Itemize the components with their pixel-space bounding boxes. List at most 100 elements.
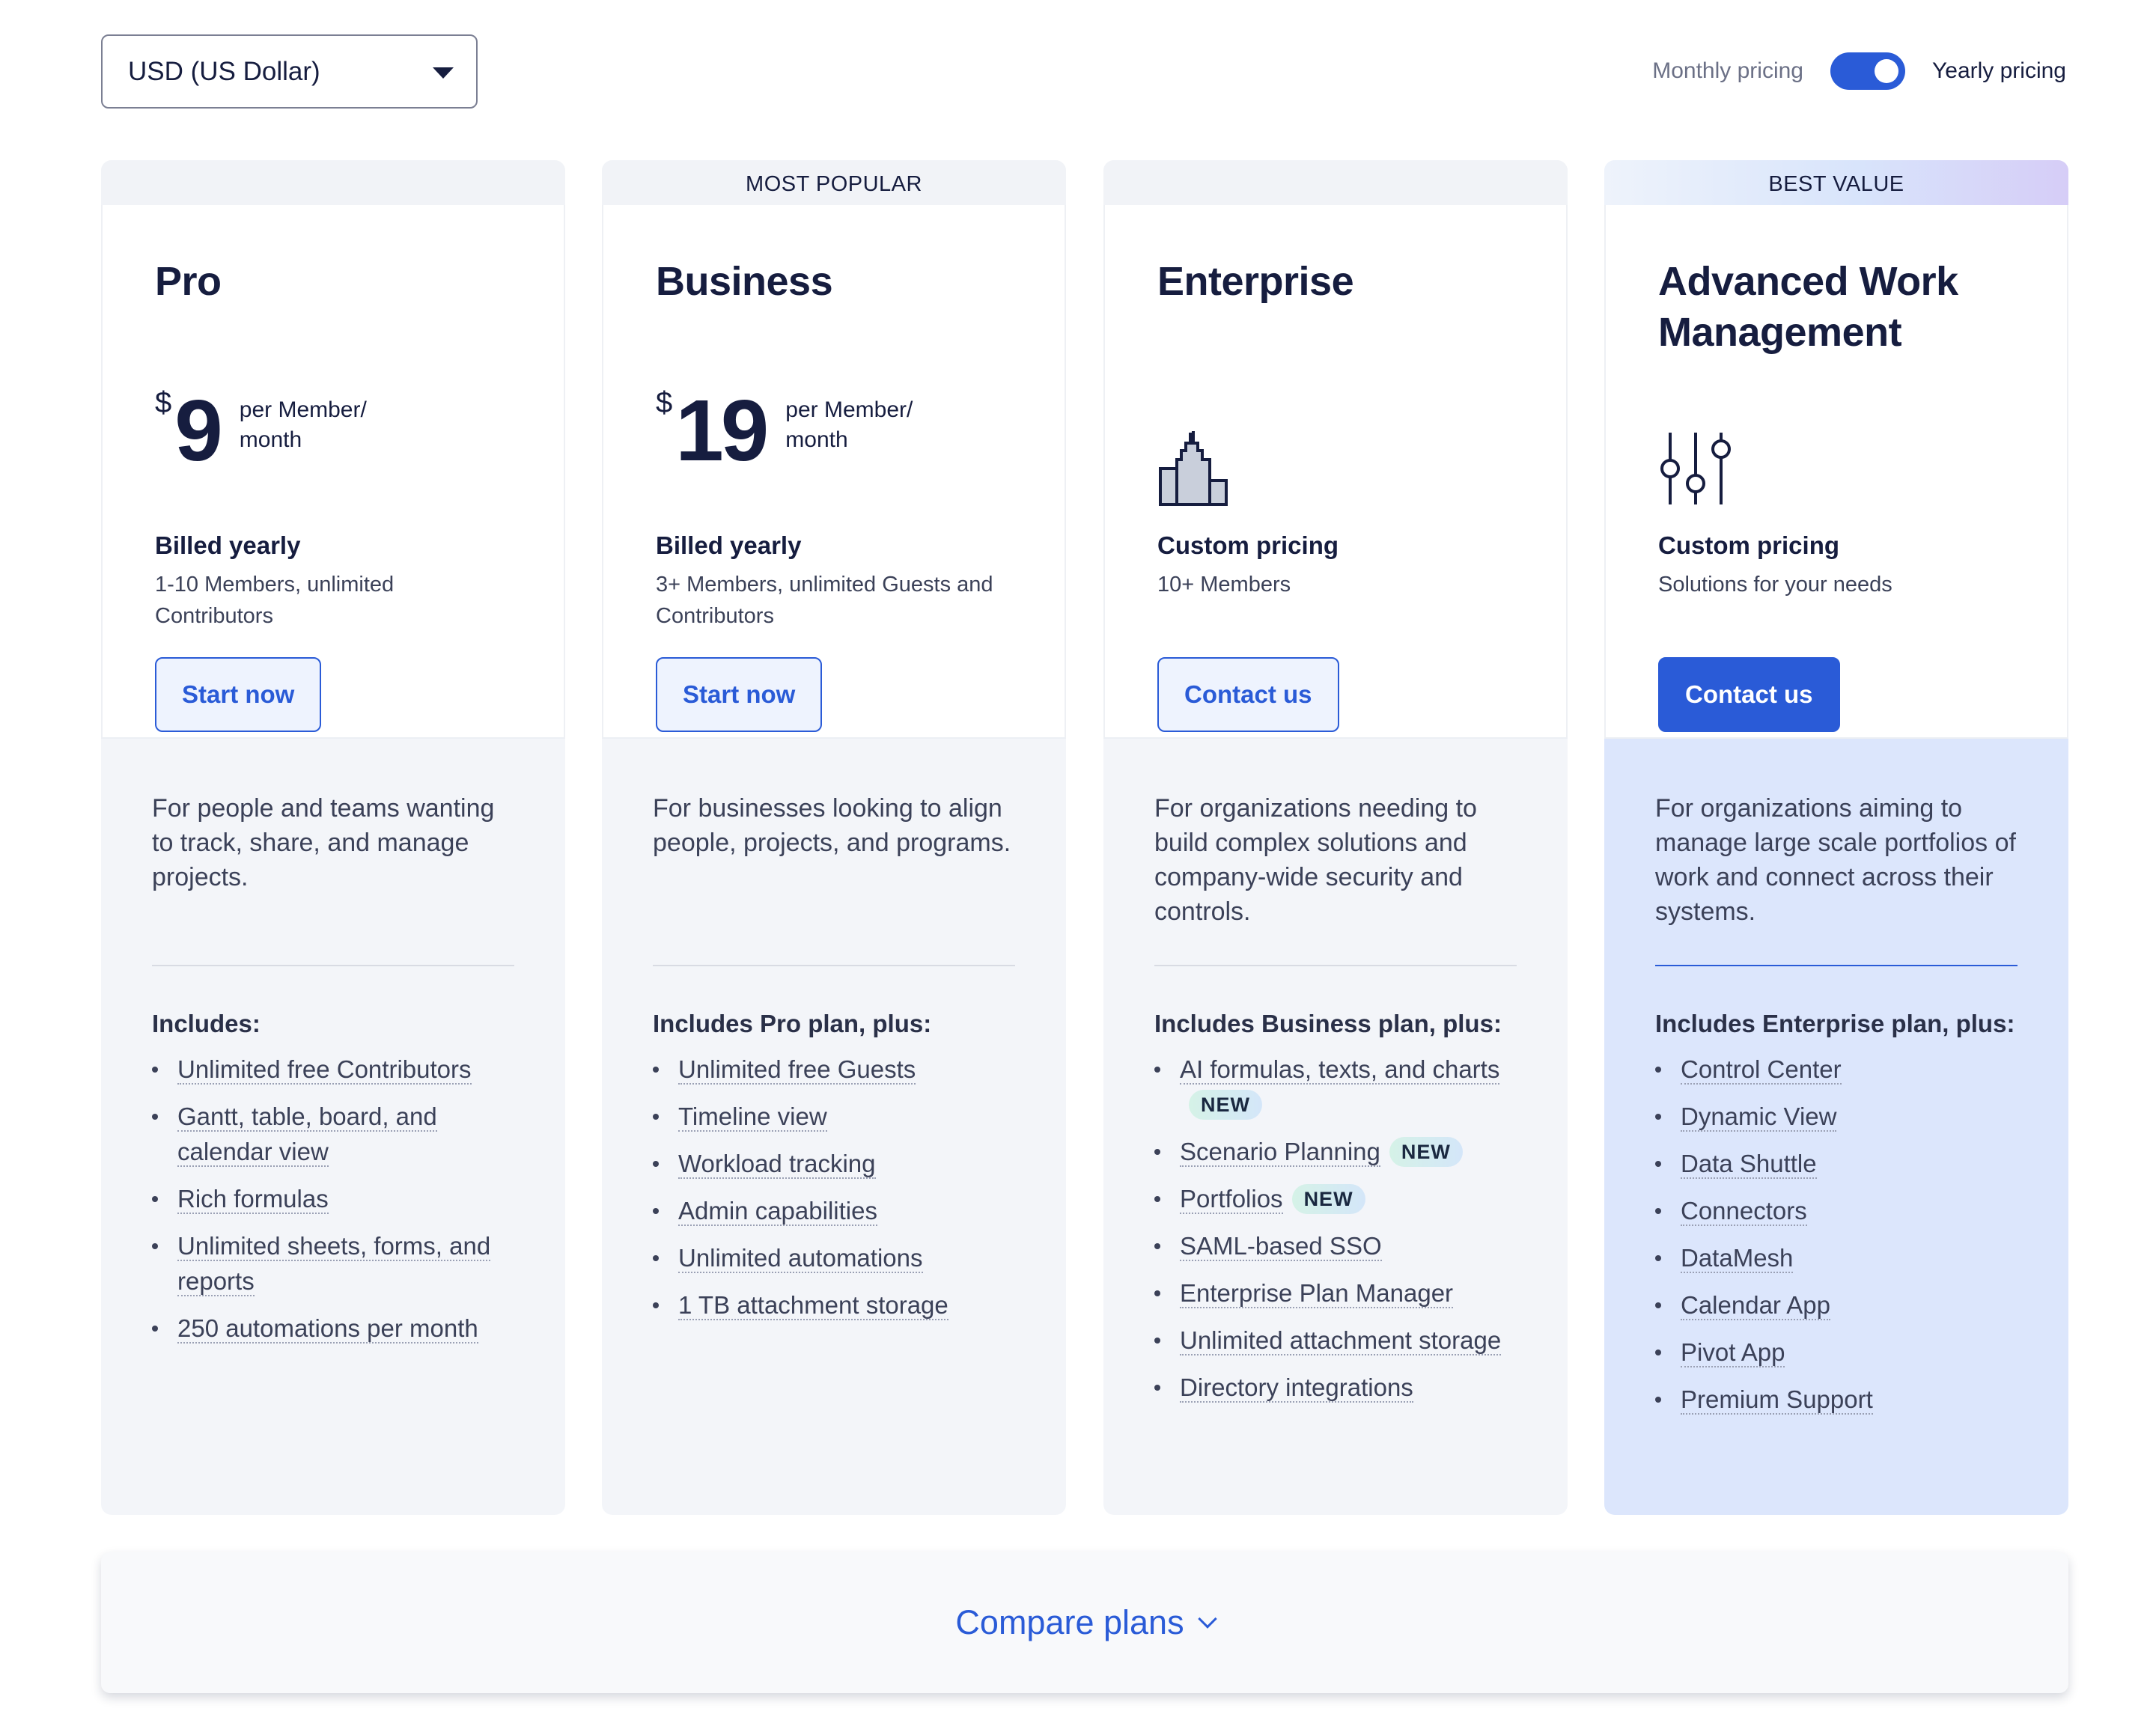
feature-item: Scenario Planning NEW xyxy=(1154,1134,1529,1169)
feature-item: Portfolios NEW xyxy=(1154,1181,1529,1216)
feature-link[interactable]: Unlimited attachment storage xyxy=(1180,1326,1502,1355)
feature-link[interactable]: Rich formulas xyxy=(177,1185,329,1214)
billing-label: Custom pricing xyxy=(1658,531,1840,559)
plan-description: For organizations aiming to manage large… xyxy=(1655,794,2016,926)
chevron-down-icon xyxy=(1197,1609,1217,1629)
feature-list: AI formulas, texts, and charts NEW Scenar… xyxy=(1154,1052,1529,1417)
feature-item: Unlimited automations xyxy=(653,1240,1027,1275)
feature-item: Gantt, table, board, and calendar view xyxy=(152,1099,526,1169)
feature-link[interactable]: Scenario Planning xyxy=(1180,1138,1380,1167)
contact-us-button[interactable]: Contact us xyxy=(1157,657,1339,732)
feature-item: Admin capabilities xyxy=(653,1193,1027,1228)
feature-link[interactable]: Unlimited sheets, forms, and reports xyxy=(177,1232,491,1296)
switch-knob xyxy=(1875,59,1898,83)
sliders-icon xyxy=(1658,430,1733,511)
includes-title: Includes Pro plan, plus: xyxy=(653,1010,932,1037)
price-amount: 9 xyxy=(174,382,222,479)
plan-description: For people and teams wanting to track, s… xyxy=(152,794,495,891)
feature-link[interactable]: Dynamic View xyxy=(1681,1103,1837,1132)
plan-header: Enterprise Custom pricing 10+ Members Co… xyxy=(1103,205,1568,739)
feature-link[interactable]: DataMesh xyxy=(1681,1244,1794,1273)
plan-card-advanced-work-management: BEST VALUE Advanced Work Management Cust… xyxy=(1604,160,2068,1515)
feature-item: Rich formulas xyxy=(152,1181,526,1216)
feature-link[interactable]: Enterprise Plan Manager xyxy=(1180,1279,1454,1308)
feature-link[interactable]: Unlimited free Contributors xyxy=(177,1055,472,1085)
plan-details: For organizations aiming to manage large… xyxy=(1604,739,2068,1515)
plan-price: $ 9 per Member/ month xyxy=(155,382,404,474)
plan-name: Advanced Work Management xyxy=(1658,259,1958,355)
plan-card-pro: Pro $ 9 per Member/ month Billed yearly … xyxy=(101,160,565,1515)
yearly-pricing-label[interactable]: Yearly pricing xyxy=(1932,58,2066,84)
feature-item: Connectors xyxy=(1655,1193,2029,1228)
plan-card-enterprise: Enterprise Custom pricing 10+ Members Co… xyxy=(1103,160,1568,1515)
feature-list: Control Center Dynamic View Data Shuttle… xyxy=(1655,1052,2029,1429)
compare-plans-label: Compare plans xyxy=(955,1603,1184,1641)
feature-link[interactable]: Unlimited free Guests xyxy=(678,1055,916,1085)
feature-link[interactable]: Directory integrations xyxy=(1180,1373,1413,1403)
feature-item: Timeline view xyxy=(653,1099,1027,1134)
feature-item: Enterprise Plan Manager xyxy=(1154,1275,1529,1311)
feature-link[interactable]: AI formulas, texts, and charts xyxy=(1180,1055,1500,1085)
feature-link[interactable]: SAML-based SSO xyxy=(1180,1232,1382,1261)
plan-name: Enterprise xyxy=(1157,259,1354,304)
feature-link[interactable]: Unlimited automations xyxy=(678,1244,923,1273)
feature-item: DataMesh xyxy=(1655,1240,2029,1275)
feature-item: Unlimited free Contributors xyxy=(152,1052,526,1087)
feature-link[interactable]: Workload tracking xyxy=(678,1150,876,1179)
price-amount: 19 xyxy=(675,382,769,479)
divider xyxy=(152,965,514,966)
compare-plans-button[interactable]: Compare plans xyxy=(101,1552,2068,1693)
feature-item: Unlimited free Guests xyxy=(653,1052,1027,1087)
feature-link[interactable]: 1 TB attachment storage xyxy=(678,1291,948,1320)
feature-link[interactable]: Calendar App xyxy=(1681,1291,1830,1320)
plan-header: Business $ 19 per Member/ month Billed y… xyxy=(602,205,1066,739)
price-unit: per Member/ month xyxy=(239,397,367,452)
currency-select[interactable]: USD (US Dollar) xyxy=(101,34,478,109)
members-label: 10+ Members xyxy=(1157,573,1291,597)
feature-list: Unlimited free Contributors Gantt, table… xyxy=(152,1052,526,1358)
plan-banner xyxy=(1103,160,1568,205)
feature-item: Control Center xyxy=(1655,1052,2029,1087)
members-label: 3+ Members, unlimited Guests and Contrib… xyxy=(656,573,993,628)
includes-title: Includes Enterprise plan, plus: xyxy=(1655,1010,2015,1037)
feature-item: Workload tracking xyxy=(653,1146,1027,1181)
feature-link[interactable]: Control Center xyxy=(1681,1055,1842,1085)
includes-title: Includes: xyxy=(152,1010,261,1037)
plan-banner xyxy=(101,160,565,205)
plan-header: Pro $ 9 per Member/ month Billed yearly … xyxy=(101,205,565,739)
feature-item: 1 TB attachment storage xyxy=(653,1287,1027,1323)
billing-label: Custom pricing xyxy=(1157,531,1339,559)
currency-select-value: USD (US Dollar) xyxy=(128,56,320,86)
plan-details: For people and teams wanting to track, s… xyxy=(101,739,565,1515)
members-label: Solutions for your needs xyxy=(1658,573,1892,597)
feature-link[interactable]: Portfolios xyxy=(1180,1185,1283,1214)
building-icon xyxy=(1157,430,1229,511)
feature-item: SAML-based SSO xyxy=(1154,1228,1529,1263)
chevron-down-icon xyxy=(433,67,454,79)
feature-link[interactable]: Admin capabilities xyxy=(678,1197,877,1226)
feature-link[interactable]: Pivot App xyxy=(1681,1338,1785,1367)
feature-link[interactable]: Connectors xyxy=(1681,1197,1807,1226)
feature-link[interactable]: Premium Support xyxy=(1681,1385,1873,1415)
currency-symbol: $ xyxy=(155,386,172,419)
feature-item: Premium Support xyxy=(1655,1382,2029,1417)
contact-us-button[interactable]: Contact us xyxy=(1658,657,1840,732)
start-now-button[interactable]: Start now xyxy=(155,657,322,732)
feature-link[interactable]: Gantt, table, board, and calendar view xyxy=(177,1103,437,1167)
feature-item: Unlimited sheets, forms, and reports xyxy=(152,1228,526,1299)
monthly-pricing-label[interactable]: Monthly pricing xyxy=(1652,58,1803,84)
price-unit: per Member/ month xyxy=(785,397,913,452)
most-popular-banner: MOST POPULAR xyxy=(602,160,1066,205)
plan-details: For organizations needing to build compl… xyxy=(1103,739,1568,1515)
plan-name: Business xyxy=(656,259,833,304)
plans-grid: Pro $ 9 per Member/ month Billed yearly … xyxy=(101,160,2068,1515)
plan-card-business: MOST POPULAR Business $ 19 per Member/ m… xyxy=(602,160,1066,1515)
feature-item: AI formulas, texts, and charts NEW xyxy=(1154,1052,1529,1122)
divider xyxy=(1655,965,2018,966)
feature-link[interactable]: Data Shuttle xyxy=(1681,1150,1817,1179)
plan-price: $ 19 per Member/ month xyxy=(656,382,950,474)
start-now-button[interactable]: Start now xyxy=(656,657,823,732)
billing-switch[interactable] xyxy=(1830,52,1905,90)
feature-link[interactable]: 250 automations per month xyxy=(177,1314,478,1344)
feature-link[interactable]: Timeline view xyxy=(678,1103,827,1132)
